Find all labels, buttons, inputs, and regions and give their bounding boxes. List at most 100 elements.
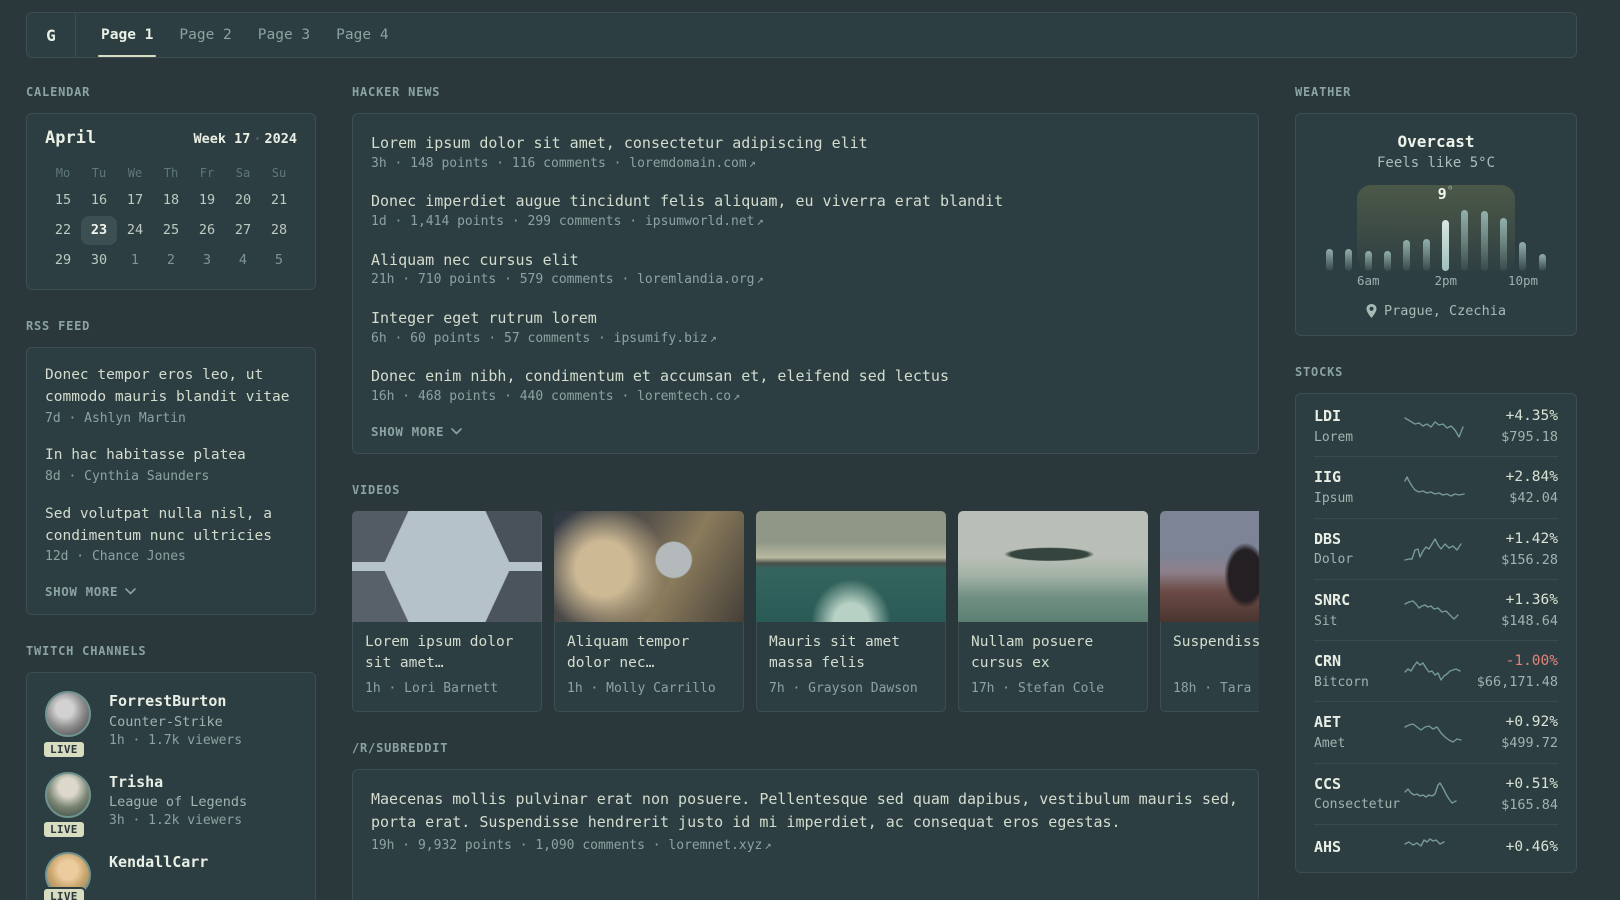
video-title[interactable]: Nullam posuere cursus ex xyxy=(971,632,1135,674)
hn-story[interactable]: Lorem ipsum dolor sit amet, consectetur … xyxy=(371,132,1240,173)
tab-page-1[interactable]: Page 1 xyxy=(88,13,166,57)
stock-name: Ipsum xyxy=(1314,491,1354,507)
video-card[interactable]: Mauris sit amet massa felis 7h · Grayson… xyxy=(756,510,946,712)
hn-story-domain-link[interactable]: loremlandia.org ↗ xyxy=(637,272,764,287)
weather-section-label: WEATHER xyxy=(1295,85,1352,99)
weather-bar xyxy=(1519,242,1527,271)
rss-show-more-button[interactable]: SHOW MORE xyxy=(45,584,136,599)
video-thumbnail[interactable] xyxy=(352,510,542,622)
stock-row[interactable]: DBS Dolor +1.42% $156.28 xyxy=(1314,517,1558,579)
rss-item[interactable]: Donec tempor eros leo, ut commodo mauris… xyxy=(45,365,297,428)
stock-name: Amet xyxy=(1314,736,1346,752)
hn-story[interactable]: Donec enim nibh, condimentum et accumsan… xyxy=(371,365,1240,406)
calendar-day: 30 xyxy=(90,252,108,268)
weather-bar xyxy=(1345,249,1353,271)
rss-item-meta: 7d · Ashlyn Martin xyxy=(45,410,186,426)
hn-story-stats: 3h · 148 points · 116 comments · xyxy=(371,155,630,171)
twitch-channel-name[interactable]: Trisha xyxy=(109,772,247,792)
hn-story-meta: 1d · 1,414 points · 299 comments · ipsum… xyxy=(371,213,1240,232)
video-title[interactable]: Aliquam tempor dolor nec pharetra… xyxy=(567,632,731,674)
stock-row[interactable]: CRN Bitcorn -1.00% $66,171.48 xyxy=(1314,640,1558,701)
calendar-section-label: CALENDAR xyxy=(26,85,91,99)
rss-item-title[interactable]: In hac habitasse platea xyxy=(45,445,297,467)
tab-page-2[interactable]: Page 2 xyxy=(166,13,244,57)
stock-row[interactable]: IIG Ipsum +2.84% $42.04 xyxy=(1314,456,1558,517)
weather-current-temp: 9° xyxy=(1438,184,1454,203)
video-card[interactable]: Lorem ipsum dolor sit amet consectetu… 1… xyxy=(352,510,542,712)
hn-story-title[interactable]: Aliquam nec cursus elit xyxy=(371,249,1240,272)
stock-change: +2.84% xyxy=(1505,469,1558,486)
video-thumbnail[interactable] xyxy=(756,510,946,622)
video-title[interactable]: Mauris sit amet massa felis xyxy=(769,632,933,674)
video-title[interactable]: Lorem ipsum dolor sit amet consectetu… xyxy=(365,632,529,674)
stock-id: AET Amet xyxy=(1314,712,1404,753)
hn-show-more-button[interactable]: SHOW MORE xyxy=(371,424,462,439)
rss-item[interactable]: Sed volutpat nulla nisl, a condimentum n… xyxy=(45,504,297,567)
videos-carousel: Lorem ipsum dolor sit amet consectetu… 1… xyxy=(352,510,1259,712)
video-card[interactable]: Nullam posuere cursus ex 17h · Stefan Co… xyxy=(958,510,1148,712)
hn-story-domain-link[interactable]: ipsumify.biz ↗ xyxy=(614,331,717,346)
calendar-day: 21 xyxy=(270,192,288,208)
twitch-channel-game[interactable]: League of Legends xyxy=(109,792,247,812)
twitch-channel[interactable]: LIVE KendallCarr xyxy=(42,851,297,900)
twitch-channel-name[interactable]: KendallCarr xyxy=(109,852,208,872)
stock-id: SNRC Sit xyxy=(1314,590,1404,631)
rss-item-meta: 8d · Cynthia Saunders xyxy=(45,469,210,485)
hn-story-domain-link[interactable]: ipsumworld.net ↗ xyxy=(645,214,764,229)
hn-story-title[interactable]: Lorem ipsum dolor sit amet, consectetur … xyxy=(371,132,1240,155)
weather-time-label: 6am xyxy=(1356,273,1380,288)
video-info: Lorem ipsum dolor sit amet consectetu… 1… xyxy=(352,621,542,712)
twitch-channel[interactable]: LIVE Trisha League of Legends 3h · 1.2k … xyxy=(42,771,297,839)
hn-story-title[interactable]: Integer eget rutrum lorem xyxy=(371,307,1240,330)
video-card[interactable]: Aliquam tempor dolor nec pharetra… 1h · … xyxy=(554,510,744,712)
weather-bar xyxy=(1461,210,1469,271)
hn-story[interactable]: Aliquam nec cursus elit 21h · 710 points… xyxy=(371,249,1240,290)
video-thumbnail[interactable] xyxy=(958,510,1148,622)
dashboard-grid: CALENDAR April Week 17 · 2024 Mo Tu We Th Fr Sa… xyxy=(0,58,1620,900)
video-title[interactable]: Suspendisse diam xyxy=(1173,632,1259,674)
hn-story-title[interactable]: Donec imperdiet augue tincidunt felis al… xyxy=(371,190,1240,213)
hn-story[interactable]: Integer eget rutrum lorem 6h · 60 points… xyxy=(371,307,1240,348)
rss-item-title[interactable]: Sed volutpat nulla nisl, a condimentum n… xyxy=(45,504,297,548)
external-link-icon: ↗ xyxy=(756,213,764,228)
stock-price: $156.28 xyxy=(1501,551,1558,568)
hn-story-domain: loremlandia.org xyxy=(637,272,755,288)
stock-sparkline xyxy=(1404,723,1462,743)
calendar-widget: April Week 17 · 2024 Mo Tu We Th Fr Sa Su 15 16 17… xyxy=(26,113,316,290)
degree-symbol: ° xyxy=(1446,184,1454,198)
weather-bar xyxy=(1403,240,1411,271)
tab-page-4[interactable]: Page 4 xyxy=(323,13,401,57)
hn-story-domain: loremdomain.com xyxy=(629,155,747,171)
hn-story-title[interactable]: Donec enim nibh, condimentum et accumsan… xyxy=(371,365,1240,388)
rss-item-title[interactable]: Donec tempor eros leo, ut commodo mauris… xyxy=(45,365,297,409)
hn-story-domain-link[interactable]: loremtech.co ↗ xyxy=(637,389,740,404)
stock-change: +0.92% xyxy=(1505,714,1558,731)
reddit-post-domain-link[interactable]: loremnet.xyz ↗ xyxy=(668,838,771,853)
video-card[interactable]: Suspendisse diam 18h · Tara xyxy=(1160,510,1259,712)
twitch-section: TWITCH CHANNELS LIVE ForrestBurton Count… xyxy=(26,644,316,900)
stock-price: $795.18 xyxy=(1501,429,1558,446)
twitch-channel-name[interactable]: ForrestBurton xyxy=(109,691,242,711)
external-link-icon: ↗ xyxy=(709,330,717,345)
video-thumbnail[interactable] xyxy=(554,510,744,622)
video-meta: 1h · Lori Barnett xyxy=(365,680,499,696)
stock-row[interactable]: AHS +0.46% xyxy=(1314,823,1558,870)
hn-story[interactable]: Donec imperdiet augue tincidunt felis al… xyxy=(371,190,1240,231)
video-thumbnail[interactable] xyxy=(1160,510,1259,622)
tab-page-3[interactable]: Page 3 xyxy=(245,13,323,57)
stock-row[interactable]: CCS Consectetur +0.51% $165.84 xyxy=(1314,762,1558,824)
stock-row[interactable]: LDI Lorem +4.35% $795.18 xyxy=(1314,396,1558,456)
video-info: Mauris sit amet massa felis 7h · Grayson… xyxy=(756,621,946,712)
reddit-post[interactable]: Maecenas mollis pulvinar erat non posuer… xyxy=(371,788,1240,856)
twitch-channel[interactable]: LIVE ForrestBurton Counter-Strike 1h · 1… xyxy=(42,691,297,759)
app-logo[interactable]: G xyxy=(27,13,76,57)
reddit-post-title[interactable]: Maecenas mollis pulvinar erat non posuer… xyxy=(371,788,1240,835)
rss-item[interactable]: In hac habitasse platea 8d · Cynthia Sau… xyxy=(45,445,297,487)
hn-story-domain-link[interactable]: loremdomain.com ↗ xyxy=(629,156,756,171)
video-meta: 18h · Tara xyxy=(1173,680,1252,696)
stock-values: +0.92% $499.72 xyxy=(1468,712,1558,753)
twitch-channel-game[interactable]: Counter-Strike xyxy=(109,712,242,732)
stock-name: Sit xyxy=(1314,613,1338,629)
stock-row[interactable]: AET Amet +0.92% $499.72 xyxy=(1314,701,1558,762)
stock-row[interactable]: SNRC Sit +1.36% $148.64 xyxy=(1314,578,1558,640)
